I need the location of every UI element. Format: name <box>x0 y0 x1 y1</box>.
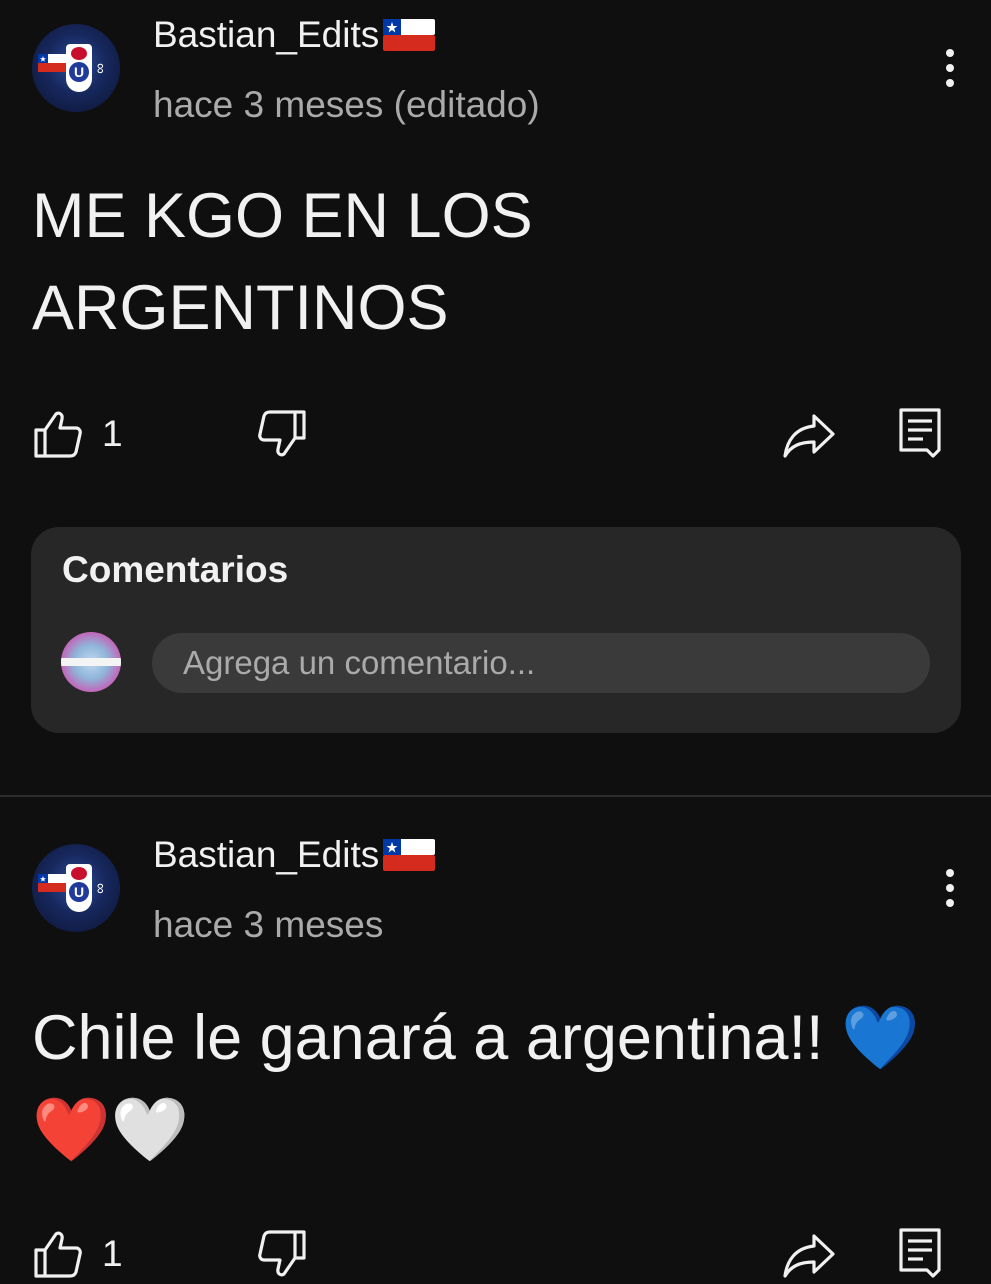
share-button[interactable] <box>782 404 836 464</box>
more-dot-icon <box>946 79 954 87</box>
author-avatar[interactable]: U ∞ <box>32 844 120 932</box>
thumbs-down-icon <box>258 1230 306 1277</box>
club-crest-icon: U <box>66 44 92 92</box>
chile-flag-icon <box>383 839 436 871</box>
share-button[interactable] <box>782 1224 836 1284</box>
share-icon <box>783 1234 835 1278</box>
capcut-logo-icon: ∞ <box>91 883 109 894</box>
like-count: 1 <box>102 413 123 454</box>
more-dot-icon <box>946 49 954 57</box>
post-text-content: Chile le ganará a argentina!! <box>32 1003 824 1073</box>
post-actions: 1 <box>0 404 991 464</box>
thumbs-up-icon <box>34 1231 82 1278</box>
chile-flag-icon <box>38 874 66 892</box>
post-text: Chile le ganará a argentina!! 💙❤️🤍 <box>32 992 962 1176</box>
more-dot-icon <box>946 884 954 892</box>
reply-button[interactable] <box>895 1224 945 1284</box>
like-count: 1 <box>102 1233 123 1274</box>
chile-flag-icon <box>38 54 66 72</box>
comments-panel[interactable]: Comentarios Agrega un comentario... <box>31 527 961 733</box>
current-user-avatar <box>61 632 121 692</box>
thumbs-up-icon <box>34 411 82 458</box>
post-text: ME KGO EN LOS ARGENTINOS <box>32 181 533 343</box>
more-dot-icon <box>946 899 954 907</box>
reply-button[interactable] <box>895 404 945 464</box>
add-comment-input[interactable]: Agrega un comentario... <box>152 633 930 693</box>
thumbs-down-icon <box>258 410 306 457</box>
post-actions: 1 <box>0 1224 991 1284</box>
more-options-button[interactable] <box>930 864 970 912</box>
club-crest-icon: U <box>66 864 92 912</box>
comments-title: Comentarios <box>62 549 289 590</box>
author-avatar[interactable]: U ∞ <box>32 24 120 112</box>
comment-icon <box>899 1228 941 1278</box>
dislike-button[interactable] <box>256 1224 308 1284</box>
author-name-text: Bastian_Edits <box>153 14 380 55</box>
like-button[interactable]: 1 <box>32 404 123 464</box>
capcut-logo-icon: ∞ <box>91 63 109 74</box>
dislike-button[interactable] <box>256 404 308 464</box>
post-divider <box>0 795 991 797</box>
post-timestamp: hace 3 meses (editado) <box>153 84 540 125</box>
more-dot-icon <box>946 64 954 72</box>
author-name[interactable]: Bastian_Edits <box>153 834 436 876</box>
share-icon <box>783 414 835 458</box>
post-timestamp: hace 3 meses <box>153 904 384 945</box>
comment-icon <box>899 408 941 458</box>
more-dot-icon <box>946 869 954 877</box>
author-name-text: Bastian_Edits <box>153 834 380 875</box>
chile-flag-icon <box>383 19 436 51</box>
like-button[interactable]: 1 <box>32 1224 123 1284</box>
author-name[interactable]: Bastian_Edits <box>153 14 436 56</box>
more-options-button[interactable] <box>930 44 970 92</box>
